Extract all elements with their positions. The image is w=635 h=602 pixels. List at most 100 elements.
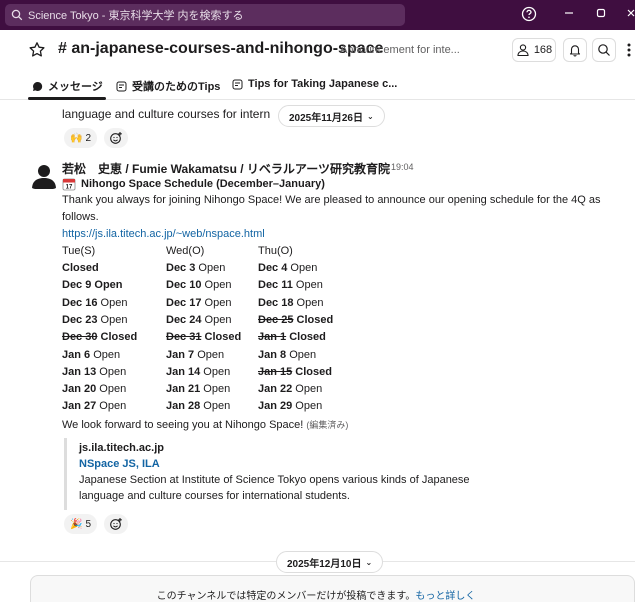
message-title-line: 17 Nihongo Space Schedule (December–Janu… — [62, 177, 325, 191]
tab-label: Tips for Taking Japanese c... — [248, 78, 398, 90]
schedule-cell-tue: Closed — [62, 262, 99, 274]
maximize-icon[interactable] — [592, 6, 610, 24]
chevron-down-icon: ⌄ — [365, 557, 373, 567]
schedule-cell-thu: Jan 1 Closed — [258, 331, 326, 343]
col-header-wed: Wed(O) — [166, 245, 205, 257]
schedule-cell-thu: Jan 15 Closed — [258, 366, 332, 378]
date-label: 2025年11月26日 — [289, 112, 363, 124]
schedule-cell-tue: Dec 16 Open — [62, 297, 127, 309]
schedule-date: Dec 9 Open — [62, 279, 123, 292]
add-emoji-icon — [110, 132, 122, 144]
schedule-cell-wed: Jan 7 Open — [166, 349, 224, 361]
top-bar: Science Tokyo - 東京科学大学 内を検索する — [0, 0, 635, 30]
posting-restricted-banner: このチャンネルでは特定のメンバーだけが投稿できます。もっと詳しく — [30, 575, 635, 602]
party-popper-emoji: 🎉 — [70, 518, 83, 530]
date-divider-button[interactable]: 2025年11月26日 ⌄ — [278, 105, 385, 127]
schedule-date: Jan 21 — [166, 383, 201, 396]
more-options-icon[interactable] — [626, 40, 632, 60]
schedule-status: Open — [292, 400, 323, 413]
schedule-date: Dec 11 — [258, 279, 293, 292]
schedule-date: Dec 4 — [258, 262, 288, 274]
search-placeholder: Science Tokyo - 東京科学大学 内を検索する — [28, 10, 244, 22]
schedule-date: Jan 22 — [258, 383, 293, 396]
search-icon — [11, 9, 23, 21]
chevron-down-icon: ⌄ — [366, 111, 374, 121]
tab-tips-en[interactable]: Tips for Taking Japanese c... — [232, 78, 397, 90]
schedule-status: Open — [293, 296, 324, 309]
avatar[interactable] — [30, 161, 58, 189]
help-circle-icon[interactable] — [520, 6, 538, 24]
schedule-status: Open — [96, 400, 127, 413]
schedule-status: Open — [97, 313, 128, 326]
schedule-cell-tue: Jan 20 Open — [62, 383, 126, 395]
banner-text: このチャンネルでは特定のメンバーだけが投稿できます。もっと詳しく — [31, 587, 601, 602]
date-divider-button[interactable]: 2025年12月10日 ⌄ — [276, 551, 384, 573]
col-header-thu: Thu(O) — [258, 245, 293, 257]
schedule-date: Dec 18 — [258, 296, 294, 309]
notification-bell-button[interactable] — [563, 38, 587, 62]
message-author[interactable]: 若松 史恵 / Fumie Wakamatsu / リベラルアーツ研究教育院 — [62, 160, 390, 177]
schedule-cell-tue: Jan 27 Open — [62, 400, 126, 412]
add-reaction-button[interactable] — [104, 128, 128, 148]
schedule-status: Open — [201, 279, 232, 292]
schedule-cell-tue: Dec 30 Closed — [62, 331, 137, 343]
schedule-cell-wed: Dec 31 Closed — [166, 331, 241, 343]
schedule-link[interactable]: https://js.ila.titech.ac.jp/~web/nspace.… — [62, 228, 265, 240]
schedule-cell-wed: Jan 21 Open — [166, 383, 230, 395]
link-preview[interactable]: js.ila.titech.ac.jp NSpace JS, ILA Japan… — [64, 438, 494, 510]
learn-more-link[interactable]: もっと詳しく — [415, 591, 475, 602]
channel-search-button[interactable] — [592, 38, 616, 62]
preview-title[interactable]: NSpace JS, ILA — [79, 458, 160, 470]
schedule-cell-wed: Jan 28 Open — [166, 400, 230, 412]
schedule-status: Open — [194, 348, 225, 361]
svg-text:17: 17 — [66, 185, 73, 191]
raised-hands-emoji: 🙌 — [70, 132, 83, 144]
schedule-cell-wed: Jan 14 Open — [166, 366, 230, 378]
schedule-status: Open — [200, 383, 231, 396]
star-icon[interactable] — [28, 41, 46, 64]
schedule-date: Jan 28 — [166, 400, 201, 413]
calendar-icon: 17 — [62, 178, 76, 191]
close-icon[interactable] — [622, 6, 635, 24]
closing-line: We look forward to seeing you at Nihongo… — [62, 418, 348, 431]
schedule-cell-thu: Dec 11 Open — [258, 279, 323, 291]
schedule-status: Open — [292, 279, 323, 292]
message-body-line2: follows. — [62, 211, 99, 223]
schedule-date: Jan 8 — [258, 348, 287, 361]
schedule-date: Jan 15 — [258, 365, 293, 378]
schedule-date: Jan 27 — [62, 400, 97, 413]
tab-messages[interactable]: メッセージ — [32, 78, 103, 94]
reaction-button[interactable]: 🙌 2 — [64, 128, 98, 148]
schedule-status: Open — [200, 365, 231, 378]
schedule-status: Open — [292, 383, 323, 396]
message-icon — [33, 81, 43, 91]
people-icon — [517, 44, 529, 57]
reaction-button[interactable]: 🎉 5 — [64, 514, 98, 534]
schedule-date: Jan 20 — [62, 383, 97, 396]
schedule-date: Jan 6 — [62, 348, 91, 361]
preview-description: language and culture courses for interna… — [79, 490, 350, 502]
schedule-date: Closed — [62, 262, 99, 274]
schedule-cell-wed: Dec 3 Open — [166, 262, 225, 274]
search-input[interactable]: Science Tokyo - 東京科学大学 内を検索する — [5, 4, 405, 26]
schedule-date: Jan 29 — [258, 400, 293, 413]
schedule-date: Jan 14 — [166, 365, 201, 378]
reaction-count: 2 — [85, 132, 92, 144]
member-count: 168 — [533, 44, 553, 56]
tab-tips-jp[interactable]: 受講のためのTips — [116, 78, 220, 94]
closing-text: We look forward to seeing you at Nihongo… — [62, 419, 304, 431]
schedule-cell-thu: Dec 18 Open — [258, 297, 323, 309]
schedule-status: Open — [90, 348, 121, 361]
tab-label: メッセージ — [48, 81, 103, 93]
channel-topic[interactable]: Announcement for inte... — [340, 44, 460, 56]
add-reaction-button[interactable] — [104, 514, 128, 534]
schedule-cell-thu: Jan 22 Open — [258, 383, 322, 395]
minimize-icon[interactable] — [560, 6, 578, 24]
schedule-cell-wed: Dec 17 Open — [166, 297, 231, 309]
canvas-icon — [116, 81, 127, 91]
member-count-button[interactable]: 168 — [512, 38, 556, 62]
channel-name[interactable]: # an-japanese-courses-and-nihongo-space — [58, 40, 383, 58]
message-timestamp[interactable]: 19:04 — [391, 162, 414, 172]
schedule-date: Dec 31 — [166, 331, 202, 344]
schedule-status: Closed — [292, 365, 332, 378]
